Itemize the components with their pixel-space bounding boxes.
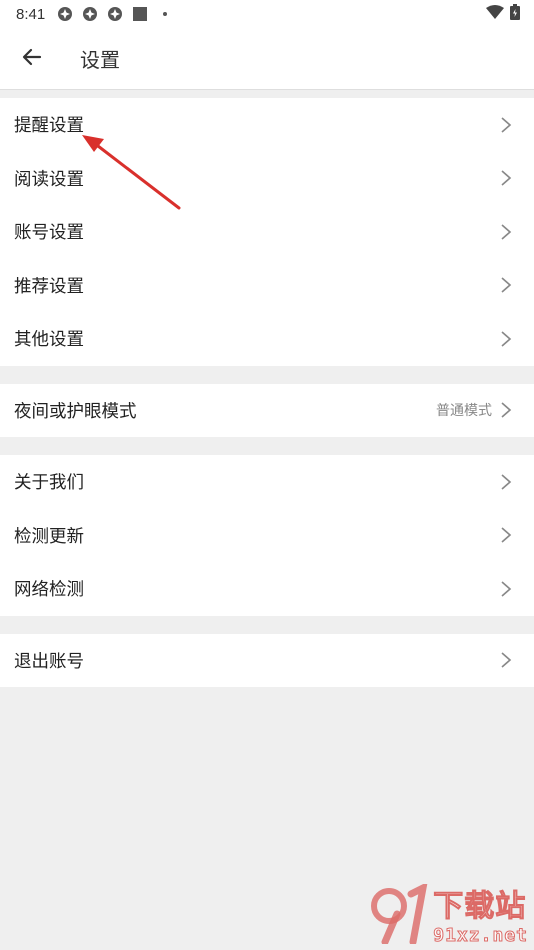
- settings-item-check-update[interactable]: 检测更新: [0, 509, 534, 563]
- app-bar: 设置: [0, 28, 534, 90]
- chevron-right-icon: [500, 651, 512, 669]
- chevron-right-icon: [500, 116, 512, 134]
- square-notification-icon: [132, 6, 148, 22]
- settings-item-label: 检测更新: [14, 526, 84, 547]
- settings-item-network-check[interactable]: 网络检测: [0, 562, 534, 616]
- status-bar: 8:41: [0, 0, 534, 28]
- settings-item-night-mode[interactable]: 夜间或护眼模式 普通模式: [0, 384, 534, 438]
- app-notification-icon: [107, 6, 123, 22]
- chevron-right-icon: [500, 169, 512, 187]
- settings-item-recommend[interactable]: 推荐设置: [0, 259, 534, 313]
- watermark-text: 下载站: [433, 889, 527, 925]
- settings-item-about-us[interactable]: 关于我们: [0, 455, 534, 509]
- current-mode-value: 普通模式: [436, 403, 492, 420]
- watermark-url: 91xz.net: [433, 925, 528, 947]
- more-notifications-dot-icon: [157, 6, 173, 22]
- settings-item-account[interactable]: 账号设置: [0, 205, 534, 259]
- settings-item-other[interactable]: 其他设置: [0, 312, 534, 366]
- settings-item-label: 阅读设置: [14, 169, 84, 190]
- chevron-right-icon: [500, 526, 512, 544]
- app-notification-icon: [57, 6, 73, 22]
- chevron-right-icon: [500, 330, 512, 348]
- settings-item-label: 夜间或护眼模式: [14, 401, 137, 422]
- back-button[interactable]: [0, 28, 64, 90]
- watermark: 下载站 91xz.net: [367, 881, 528, 947]
- settings-group-display: 夜间或护眼模式 普通模式: [0, 383, 534, 438]
- settings-item-reminder[interactable]: 提醒设置: [0, 98, 534, 152]
- chevron-right-icon: [500, 223, 512, 241]
- settings-item-label: 关于我们: [14, 473, 84, 494]
- settings-group-main: 提醒设置 阅读设置 账号设置 推荐设置 其他设置: [0, 98, 534, 366]
- settings-item-logout[interactable]: 退出账号: [0, 634, 534, 688]
- battery-icon: [510, 4, 520, 24]
- status-time: 8:41: [16, 5, 46, 23]
- chevron-right-icon: [500, 580, 512, 598]
- settings-item-label: 推荐设置: [14, 276, 84, 297]
- watermark-logo-icon: [367, 881, 431, 945]
- settings-item-reading[interactable]: 阅读设置: [0, 152, 534, 206]
- settings-item-label: 账号设置: [14, 223, 84, 244]
- page-title: 设置: [80, 48, 120, 72]
- wifi-icon: [486, 5, 504, 23]
- settings-item-label: 退出账号: [14, 651, 84, 672]
- settings-item-label: 网络检测: [14, 580, 84, 601]
- arrow-left-icon: [22, 47, 42, 71]
- settings-item-label: 其他设置: [14, 330, 84, 351]
- settings-group-logout: 退出账号: [0, 633, 534, 688]
- chevron-right-icon: [500, 401, 512, 419]
- chevron-right-icon: [500, 473, 512, 491]
- app-notification-icon: [82, 6, 98, 22]
- settings-item-label: 提醒设置: [14, 116, 84, 137]
- chevron-right-icon: [500, 276, 512, 294]
- settings-group-about: 关于我们 检测更新 网络检测: [0, 455, 534, 616]
